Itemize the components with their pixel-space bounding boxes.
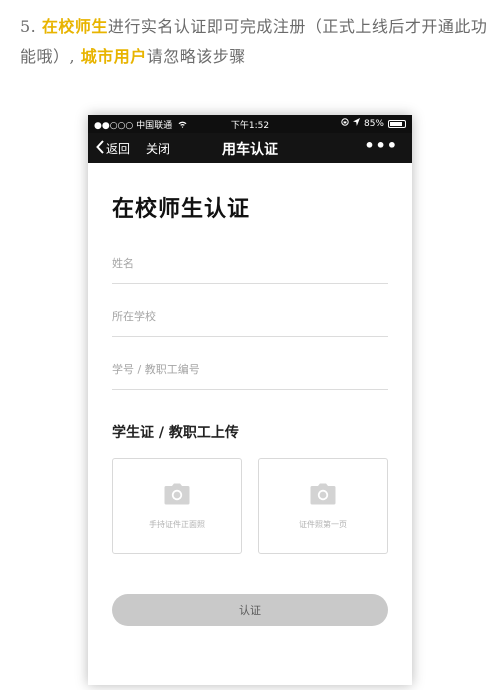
verify-button[interactable]: 认证	[112, 594, 388, 626]
camera-icon	[310, 483, 336, 509]
battery-icon	[388, 119, 406, 128]
nav-bar: 返回 关闭 用车认证 •••	[88, 133, 412, 163]
upload-id-front-label: 手持证件正面照	[149, 519, 205, 529]
note-highlight-students: 在校师生	[41, 17, 108, 36]
camera-icon	[164, 483, 190, 509]
chevron-left-icon	[96, 140, 104, 157]
back-button[interactable]: 返回	[96, 140, 130, 157]
student-id-input[interactable]	[112, 362, 388, 376]
instruction-note: 5. 在校师生进行实名认证即可完成注册（正式上线后才开通此功能哦）, 城市用户请…	[20, 12, 490, 72]
note-highlight-city-users: 城市用户	[80, 47, 147, 66]
name-field-row	[112, 243, 388, 284]
school-field-row	[112, 296, 388, 337]
form-content: 在校师生认证 学生证 / 教职工上传 手持证件正面照	[88, 191, 412, 626]
upload-area: 手持证件正面照 证件照第一页	[112, 458, 388, 554]
battery-percent: 85%	[363, 118, 384, 129]
status-bar: ●●○○○ 中国联通 下午1:52 85%	[88, 115, 412, 133]
back-label: 返回	[106, 142, 131, 156]
name-input[interactable]	[112, 256, 388, 270]
id-field-row	[112, 349, 388, 390]
upload-id-front-button[interactable]: 手持证件正面照	[112, 458, 242, 554]
more-options-button[interactable]: •••	[364, 136, 398, 155]
phone-screenshot: ●●○○○ 中国联通 下午1:52 85% 返回 关闭 用车认证 ••• 在校师…	[88, 115, 412, 685]
upload-section-title: 学生证 / 教职工上传	[112, 425, 239, 441]
close-button[interactable]: 关闭	[146, 140, 170, 157]
note-text-ignore: 请忽略该步骤	[146, 47, 246, 66]
page-title: 在校师生认证	[112, 197, 251, 222]
upload-id-page-label: 证件照第一页	[299, 519, 347, 529]
lock-rotation-icon	[341, 118, 349, 129]
location-icon	[352, 118, 360, 129]
upload-id-page-button[interactable]: 证件照第一页	[258, 458, 388, 554]
note-step-number: 5.	[20, 17, 37, 36]
school-input[interactable]	[112, 309, 388, 323]
